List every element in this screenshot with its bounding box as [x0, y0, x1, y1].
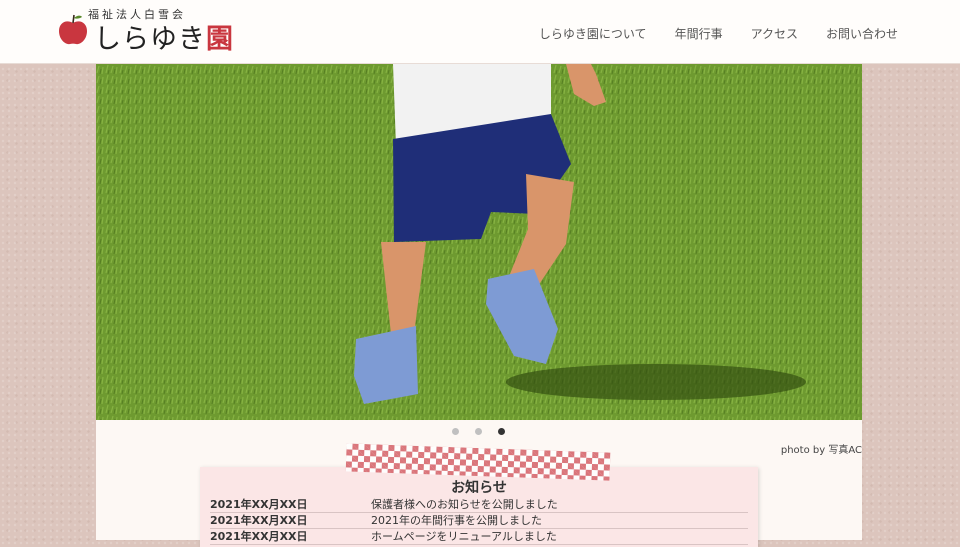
carousel-dot-2[interactable]	[475, 428, 482, 435]
news-text: ホームページをリニューアルしました	[371, 530, 557, 543]
news-item[interactable]: 2021年XX月XX日 2021年の年間行事を公開しました	[210, 513, 748, 529]
hero-photo	[96, 64, 862, 420]
carousel-dot-3[interactable]	[498, 428, 505, 435]
main-content: photo by 写真AC お知らせ 2021年XX月XX日 保護者様へのお知ら…	[96, 64, 862, 547]
logo-accent: 園	[206, 24, 234, 55]
hero-carousel[interactable]	[96, 64, 862, 420]
news-date: 2021年XX月XX日	[210, 514, 308, 527]
nav-item-contact[interactable]: お問い合わせ	[826, 25, 898, 42]
apple-logo-icon	[59, 14, 87, 45]
carousel-dots	[452, 428, 505, 435]
nav-item-about[interactable]: しらゆき園について	[539, 25, 647, 42]
news-date: 2021年XX月XX日	[210, 530, 308, 543]
photo-credit: photo by 写真AC	[780, 445, 862, 456]
news-date: 2021年XX月XX日	[210, 498, 308, 511]
logo-name: しらゆき園	[94, 17, 234, 56]
news-text: 2021年の年間行事を公開しました	[371, 514, 542, 527]
site-header: 福祉法人白雪会 しらゆき園 しらゆき園について 年間行事 アクセス お問い合わせ	[0, 0, 960, 64]
news-list: 2021年XX月XX日 保護者様へのお知らせを公開しました 2021年XX月XX…	[210, 497, 748, 545]
main-nav: しらゆき園について 年間行事 アクセス お問い合わせ	[539, 25, 898, 42]
news-item[interactable]: 2021年XX月XX日 保護者様へのお知らせを公開しました	[210, 497, 748, 513]
site-logo[interactable]: 福祉法人白雪会 しらゆき園	[58, 4, 248, 56]
news-section: お知らせ 2021年XX月XX日 保護者様へのお知らせを公開しました 2021年…	[200, 467, 758, 547]
nav-item-events[interactable]: 年間行事	[675, 25, 723, 42]
logo-name-text: しらゆき	[94, 24, 206, 55]
nav-item-access[interactable]: アクセス	[751, 25, 798, 42]
news-text: 保護者様へのお知らせを公開しました	[371, 498, 558, 511]
news-title: お知らせ	[451, 480, 507, 496]
carousel-dot-1[interactable]	[452, 428, 459, 435]
news-item[interactable]: 2021年XX月XX日 ホームページをリニューアルしました	[210, 529, 748, 545]
